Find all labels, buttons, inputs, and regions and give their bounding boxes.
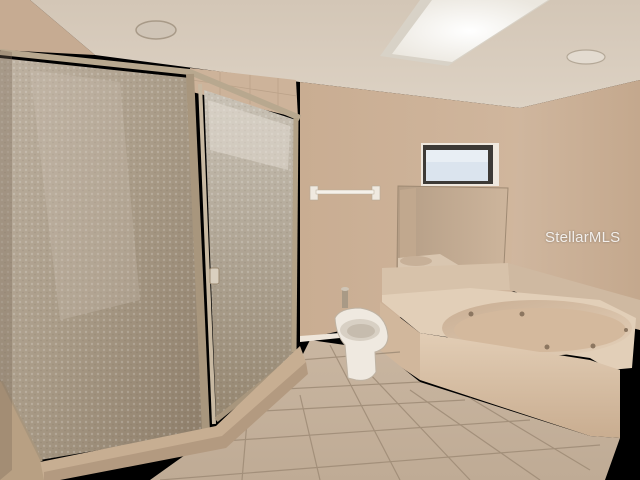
watermark-text: StellarMLS: [545, 229, 621, 246]
window: [421, 143, 499, 186]
mirror: [396, 185, 509, 269]
ceiling-light: [566, 49, 606, 65]
shower-door-handle: [209, 267, 220, 285]
bathroom-photo: StellarMLS: [0, 0, 640, 480]
ceiling-light: [135, 20, 177, 40]
bathroom-illustration: [0, 0, 640, 480]
